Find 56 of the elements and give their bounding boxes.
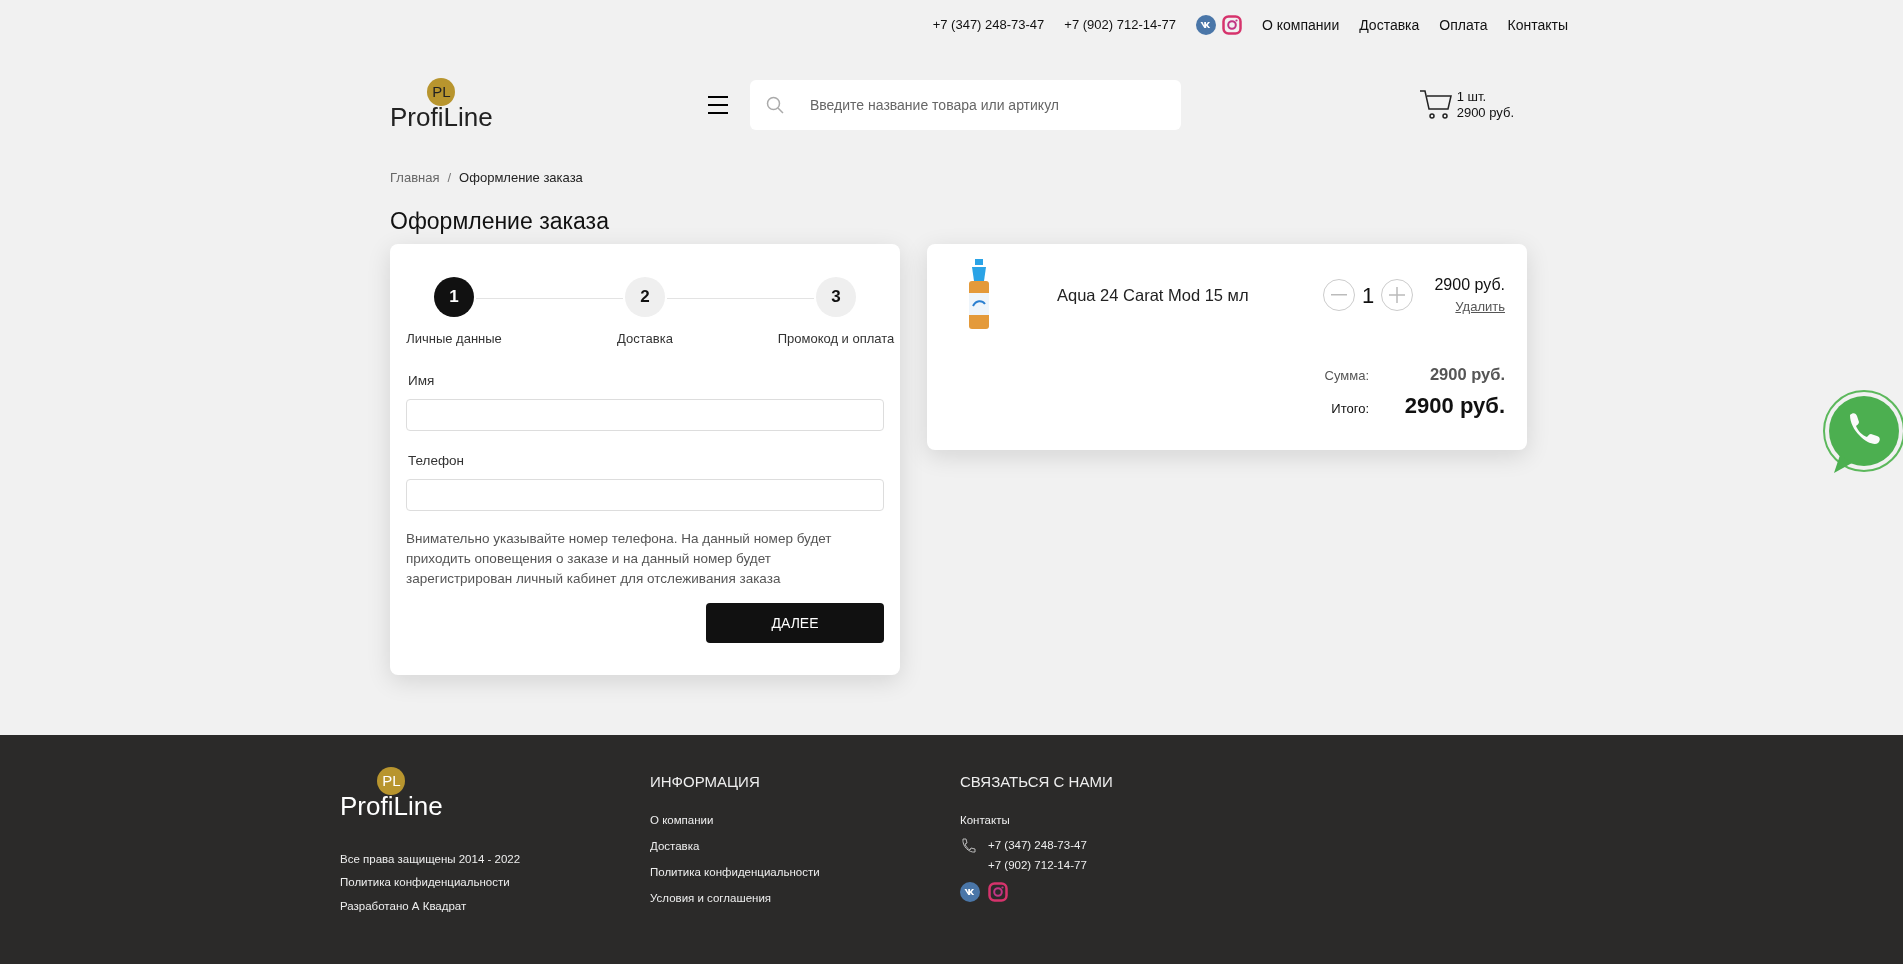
- step-number[interactable]: 3: [816, 277, 856, 317]
- cart-count: 1 шт.: [1456, 89, 1488, 105]
- phone-icon: [960, 836, 976, 855]
- phone-link[interactable]: +7 (902) 712-14-77: [1064, 15, 1176, 35]
- search-field[interactable]: Введите название товара или артикул: [750, 80, 1181, 130]
- nav-link[interactable]: Доставка: [1359, 14, 1420, 36]
- total-label: Итого:: [1330, 399, 1369, 418]
- breadcrumb-current: Оформление заказа: [459, 169, 583, 188]
- vk-icon[interactable]: [960, 882, 980, 903]
- sum-value: 2900 руб.: [1428, 364, 1505, 385]
- footer-link[interactable]: Политика конфиденциальности: [650, 864, 960, 882]
- footer-heading: СВЯЗАТЬСЯ С НАМИ: [960, 772, 1114, 792]
- logo[interactable]: PL ProfiLine: [390, 78, 493, 132]
- phone-link[interactable]: +7 (347) 248-73-47: [932, 15, 1045, 35]
- footer-link[interactable]: О компании: [650, 811, 960, 829]
- footer-heading: ИНФОРМАЦИЯ: [650, 772, 761, 792]
- next-button[interactable]: ДАЛЕЕ: [706, 603, 884, 643]
- instagram-icon[interactable]: [988, 882, 1008, 903]
- phone-link[interactable]: +7 (902) 712-14-77: [988, 857, 1087, 875]
- breadcrumb-link[interactable]: Главная: [390, 168, 440, 188]
- footer-link[interactable]: Доставка: [650, 837, 960, 855]
- nav-link[interactable]: О компании: [1262, 14, 1340, 36]
- breadcrumb-separator: /: [447, 169, 452, 188]
- sum-label: Сумма:: [1323, 367, 1369, 385]
- minus-icon: [1331, 294, 1347, 296]
- nav-link[interactable]: Контакты: [1507, 14, 1568, 36]
- product-name: Aqua 24 Carat Mod 15 мл: [1057, 284, 1250, 306]
- phone-link[interactable]: +7 (347) 248-73-47: [988, 836, 1087, 854]
- input-field[interactable]: [406, 398, 884, 431]
- menu-icon[interactable]: [708, 96, 728, 114]
- field-label: Имя: [408, 371, 436, 390]
- search-icon: [766, 96, 784, 114]
- quantity-value: 1: [1361, 281, 1375, 310]
- cart-icon[interactable]: [1418, 89, 1453, 121]
- nav-link[interactable]: Оплата: [1439, 14, 1488, 36]
- step-label: Доставка: [617, 330, 673, 348]
- remove-link[interactable]: Удалить: [1455, 297, 1505, 317]
- field-label: Телефон: [408, 451, 465, 470]
- footer-link[interactable]: Условия и соглашения: [650, 890, 960, 908]
- input-field[interactable]: [406, 479, 884, 511]
- page-title: Оформление заказа: [390, 207, 610, 236]
- contacts-link[interactable]: Контакты: [960, 811, 1270, 829]
- cart-total: 2900 руб.: [1456, 105, 1514, 121]
- logo[interactable]: PL ProfiLine: [340, 767, 443, 821]
- instagram-icon[interactable]: [1222, 15, 1242, 35]
- step-number[interactable]: 2: [625, 277, 665, 317]
- item-price: 2900 руб.: [1434, 275, 1505, 296]
- footer-link[interactable]: Политика конфиденциальности: [340, 874, 650, 892]
- plus-icon: [1389, 287, 1405, 303]
- phone-note: Внимательно указывайте номер телефона. На данный номер будет приходить оповещения о заказе и на данный номер будет зарегистрирован личный кабинет для отслеживания заказа: [406, 530, 833, 588]
- step-number[interactable]: 1: [434, 277, 474, 317]
- total-value: 2900 руб.: [1403, 391, 1505, 420]
- step-label: Промокод и оплата: [777, 330, 895, 348]
- step-label: Личные данные: [406, 330, 502, 348]
- footer-link[interactable]: Все права защищены 2014 - 2022: [340, 851, 650, 869]
- footer-link[interactable]: Разработано А Квадрат: [340, 897, 650, 915]
